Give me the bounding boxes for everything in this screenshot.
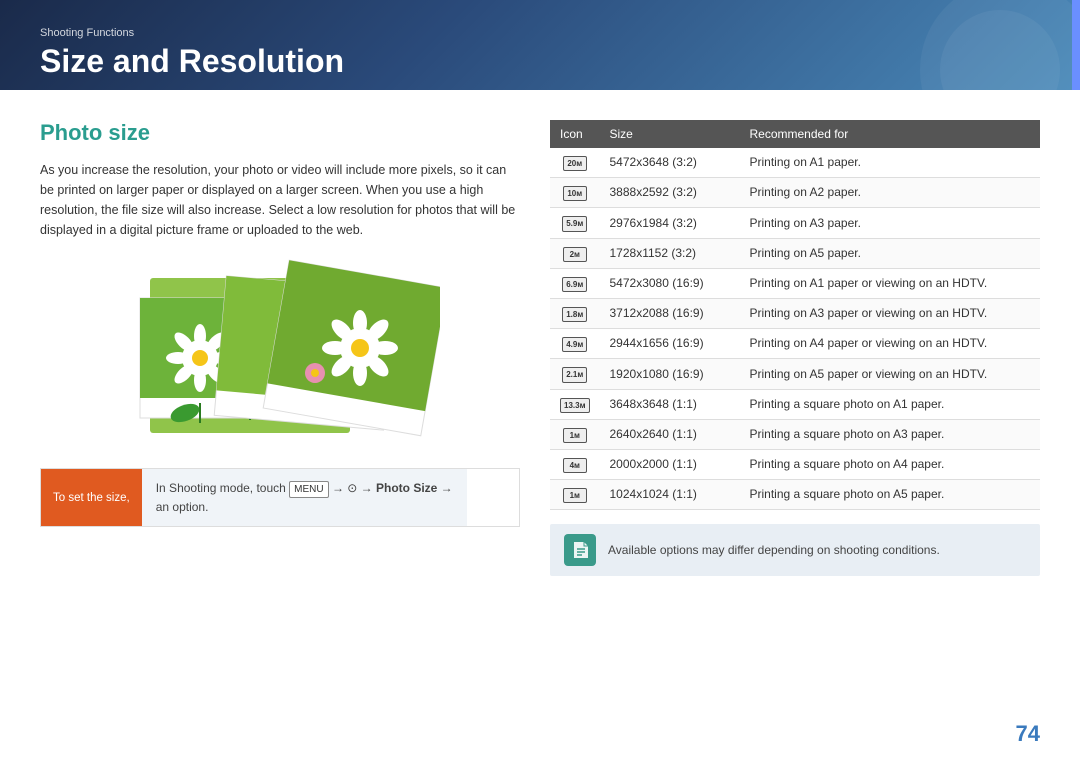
col-size: Size bbox=[600, 120, 740, 148]
instruction-label: To set the size, bbox=[41, 469, 142, 526]
table-cell-icon: 10м bbox=[550, 178, 600, 208]
header-decoration bbox=[880, 0, 1080, 90]
table-row: 4м 2000x2000 (1:1)Printing a square photo… bbox=[550, 449, 1040, 479]
col-icon: Icon bbox=[550, 120, 600, 148]
table-cell-icon: 1м bbox=[550, 480, 600, 510]
table-cell-size: 1024x1024 (1:1) bbox=[600, 480, 740, 510]
size-table: Icon Size Recommended for 20м 5472x3648 (… bbox=[550, 120, 1040, 510]
table-row: 13.3м 3648x3648 (1:1)Printing a square ph… bbox=[550, 389, 1040, 419]
right-column: Icon Size Recommended for 20м 5472x3648 (… bbox=[550, 110, 1040, 745]
table-cell-rec: Printing on A5 paper or viewing on an HD… bbox=[740, 359, 1041, 389]
instruction-text: In Shooting mode, touch MENU → ⊙ → Photo… bbox=[142, 469, 467, 526]
table-cell-icon: 4м bbox=[550, 449, 600, 479]
table-row: 2.1м 1920x1080 (16:9)Printing on A5 paper… bbox=[550, 359, 1040, 389]
header-subtitle: Shooting Functions bbox=[40, 27, 344, 39]
icon-badge: 10м bbox=[563, 186, 587, 201]
table-cell-rec: Printing on A5 paper. bbox=[740, 238, 1041, 268]
table-cell-size: 2640x2640 (1:1) bbox=[600, 419, 740, 449]
table-cell-icon: 13.3м bbox=[550, 389, 600, 419]
instruction-text-before: In Shooting mode, touch bbox=[156, 481, 289, 495]
table-cell-rec: Printing a square photo on A5 paper. bbox=[740, 480, 1041, 510]
table-cell-rec: Printing a square photo on A3 paper. bbox=[740, 419, 1041, 449]
page-number: 74 bbox=[1016, 721, 1040, 747]
table-cell-size: 2000x2000 (1:1) bbox=[600, 449, 740, 479]
instruction-photo-size: Photo Size bbox=[376, 481, 437, 495]
note-text: Available options may differ depending o… bbox=[608, 543, 940, 557]
note-icon bbox=[564, 534, 596, 566]
table-cell-icon: 2.1м bbox=[550, 359, 600, 389]
table-cell-icon: 20м bbox=[550, 148, 600, 178]
table-row: 1м 1024x1024 (1:1)Printing a square photo… bbox=[550, 480, 1040, 510]
table-cell-rec: Printing on A2 paper. bbox=[740, 178, 1041, 208]
table-cell-rec: Printing a square photo on A4 paper. bbox=[740, 449, 1041, 479]
table-cell-size: 3712x2088 (16:9) bbox=[600, 298, 740, 328]
illustration-svg bbox=[120, 258, 440, 448]
table-cell-rec: Printing on A1 paper. bbox=[740, 148, 1041, 178]
table-cell-size: 3648x3648 (1:1) bbox=[600, 389, 740, 419]
col-recommended: Recommended for bbox=[740, 120, 1041, 148]
page-header: Shooting Functions Size and Resolution bbox=[0, 0, 1080, 90]
table-cell-icon: 1.8м bbox=[550, 298, 600, 328]
main-content: Photo size As you increase the resolutio… bbox=[0, 90, 1080, 765]
icon-badge: 20м bbox=[563, 156, 587, 171]
icon-badge: 1м bbox=[563, 488, 587, 503]
icon-badge: 5.9м bbox=[562, 216, 587, 231]
header-title: Size and Resolution bbox=[40, 43, 344, 80]
table-cell-rec: Printing a square photo on A1 paper. bbox=[740, 389, 1041, 419]
table-row: 4.9м 2944x1656 (16:9)Printing on A4 paper… bbox=[550, 329, 1040, 359]
table-cell-icon: 4.9м bbox=[550, 329, 600, 359]
table-cell-size: 5472x3080 (16:9) bbox=[600, 268, 740, 298]
header-content: Shooting Functions Size and Resolution bbox=[40, 27, 344, 80]
instruction-arrow1: → ⊙ → bbox=[329, 481, 376, 495]
table-cell-size: 1728x1152 (3:2) bbox=[600, 238, 740, 268]
description-text: As you increase the resolution, your pho… bbox=[40, 160, 520, 240]
table-cell-rec: Printing on A3 paper or viewing on an HD… bbox=[740, 298, 1041, 328]
instruction-box: To set the size, In Shooting mode, touch… bbox=[40, 468, 520, 527]
note-box: Available options may differ depending o… bbox=[550, 524, 1040, 576]
icon-badge: 13.3м bbox=[560, 398, 590, 413]
instruction-end: an option. bbox=[156, 500, 209, 514]
icon-badge: 2м bbox=[563, 247, 587, 262]
menu-key: MENU bbox=[289, 481, 328, 498]
table-cell-size: 2976x1984 (3:2) bbox=[600, 208, 740, 238]
table-header-row: Icon Size Recommended for bbox=[550, 120, 1040, 148]
left-column: Photo size As you increase the resolutio… bbox=[40, 110, 520, 745]
icon-badge: 4.9м bbox=[562, 337, 587, 352]
photo-illustration bbox=[120, 258, 440, 448]
instruction-arrow2: → bbox=[437, 481, 452, 495]
table-cell-icon: 1м bbox=[550, 419, 600, 449]
table-cell-size: 3888x2592 (3:2) bbox=[600, 178, 740, 208]
table-row: 6.9м 5472x3080 (16:9)Printing on A1 paper… bbox=[550, 268, 1040, 298]
table-cell-size: 5472x3648 (3:2) bbox=[600, 148, 740, 178]
table-cell-size: 2944x1656 (16:9) bbox=[600, 329, 740, 359]
icon-badge: 2.1м bbox=[562, 367, 587, 382]
icon-badge: 1.8м bbox=[562, 307, 587, 322]
table-cell-rec: Printing on A1 paper or viewing on an HD… bbox=[740, 268, 1041, 298]
table-cell-icon: 2м bbox=[550, 238, 600, 268]
table-cell-size: 1920x1080 (16:9) bbox=[600, 359, 740, 389]
table-row: 5.9м 2976x1984 (3:2)Printing on A3 paper. bbox=[550, 208, 1040, 238]
table-row: 10м 3888x2592 (3:2)Printing on A2 paper. bbox=[550, 178, 1040, 208]
table-row: 1м 2640x2640 (1:1)Printing a square photo… bbox=[550, 419, 1040, 449]
table-cell-icon: 5.9м bbox=[550, 208, 600, 238]
header-right-accent bbox=[1072, 0, 1080, 90]
icon-badge: 6.9м bbox=[562, 277, 587, 292]
table-cell-icon: 6.9м bbox=[550, 268, 600, 298]
section-title: Photo size bbox=[40, 120, 520, 146]
table-cell-rec: Printing on A3 paper. bbox=[740, 208, 1041, 238]
icon-badge: 4м bbox=[563, 458, 587, 473]
table-cell-rec: Printing on A4 paper or viewing on an HD… bbox=[740, 329, 1041, 359]
icon-badge: 1м bbox=[563, 428, 587, 443]
table-row: 2м 1728x1152 (3:2)Printing on A5 paper. bbox=[550, 238, 1040, 268]
table-row: 20м 5472x3648 (3:2)Printing on A1 paper. bbox=[550, 148, 1040, 178]
table-row: 1.8м 3712x2088 (16:9)Printing on A3 paper… bbox=[550, 298, 1040, 328]
